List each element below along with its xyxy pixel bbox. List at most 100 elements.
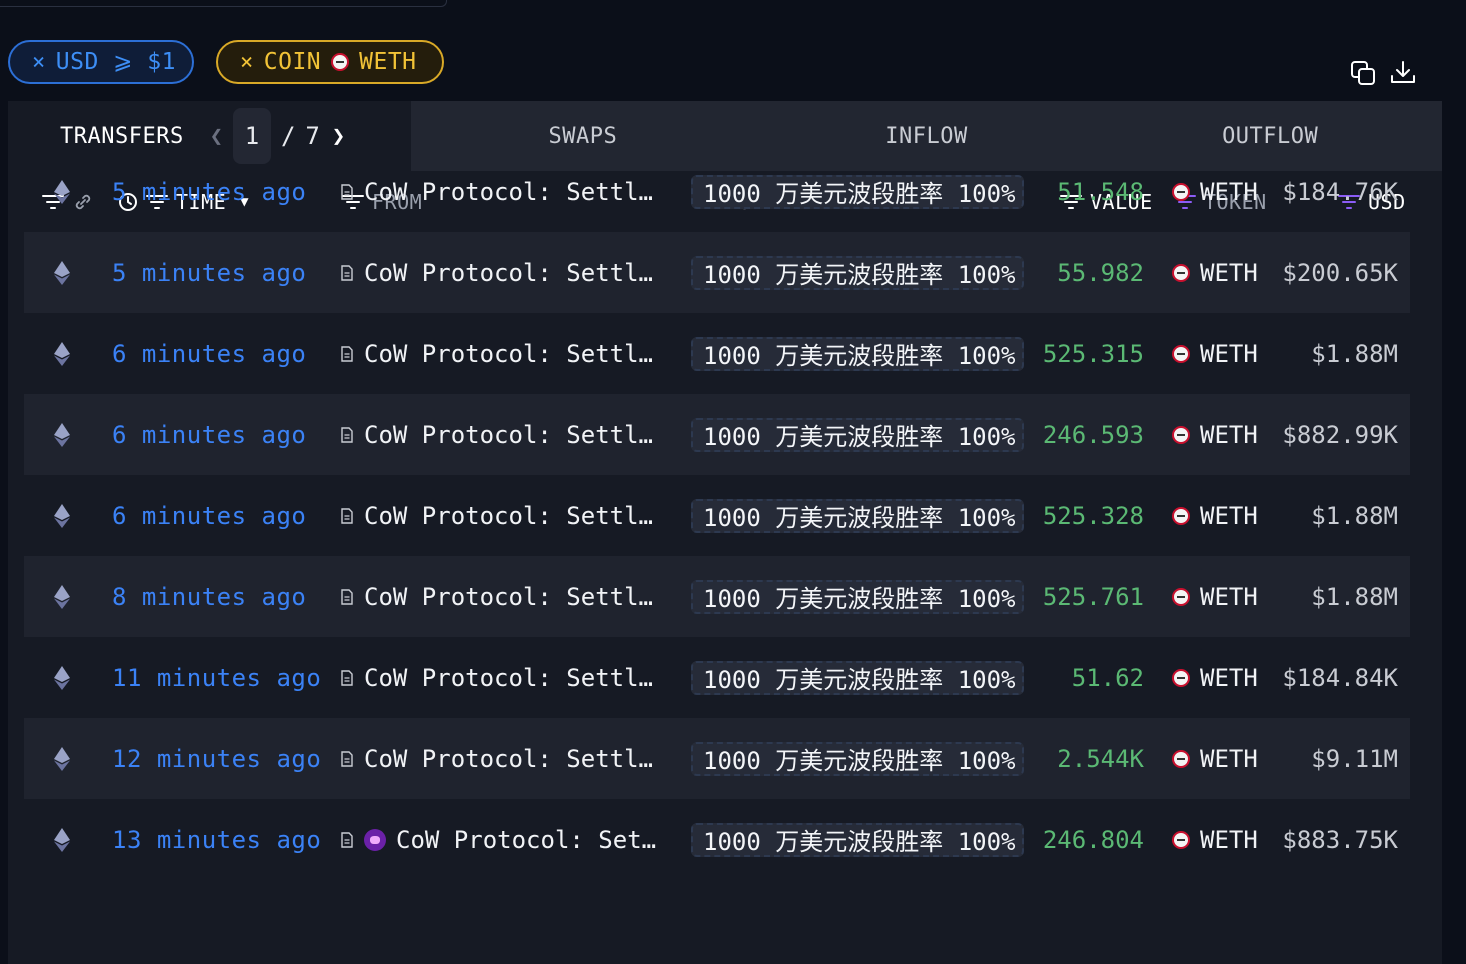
row-to-label: 1000 万美元波段胜率 100%: [691, 660, 1024, 695]
table-row[interactable]: 6 minutes ago CoW Protocol: Settl… 1000 万美…: [24, 394, 1410, 475]
contract-doc-icon: [340, 178, 354, 206]
row-to-entity[interactable]: 1000 万美元波段胜率 100%: [691, 475, 1024, 556]
row-token-label: WETH: [1200, 501, 1258, 530]
row-token[interactable]: WETH: [1172, 394, 1258, 475]
row-from-entity[interactable]: CoW Protocol: Settl…: [340, 475, 653, 556]
row-to-label: 1000 万美元波段胜率 100%: [691, 174, 1024, 209]
row-from-label: CoW Protocol: Settl…: [364, 420, 653, 449]
row-from-entity[interactable]: CoW Protocol: Settl…: [340, 718, 653, 799]
row-token-label: WETH: [1200, 258, 1258, 287]
table-row[interactable]: 5 minutes ago CoW Protocol: Settl… 1000 万美…: [24, 151, 1410, 232]
row-usd: $1.88M: [1311, 339, 1398, 368]
ethereum-icon: [52, 556, 72, 637]
row-usd: $882.99K: [1282, 420, 1398, 449]
filter-chip-usd[interactable]: × USD ⩾ $1: [8, 40, 194, 84]
row-to-entity[interactable]: 1000 万美元波段胜率 100%: [691, 556, 1024, 637]
table-row[interactable]: 13 minutes ago CoW Protocol: Set… 1000 万美元…: [24, 799, 1410, 880]
row-value: 525.328: [1042, 501, 1144, 530]
copy-icon[interactable]: [1348, 58, 1378, 88]
row-time-link[interactable]: 11 minutes ago: [112, 637, 321, 718]
row-to-label: 1000 万美元波段胜率 100%: [691, 417, 1024, 452]
cow-avatar-icon: [364, 828, 386, 851]
row-value: 246.593: [1042, 420, 1144, 449]
ethereum-icon: [52, 313, 72, 394]
row-from-entity[interactable]: CoW Protocol: Settl…: [340, 313, 653, 394]
contract-doc-icon: [340, 421, 354, 449]
ethereum-icon: [52, 637, 72, 718]
table-row[interactable]: 8 minutes ago CoW Protocol: Settl… 1000 万美…: [24, 556, 1410, 637]
filter-chip-prefix: COIN: [263, 49, 322, 75]
row-value: 51.548: [1057, 177, 1144, 206]
ethereum-icon: [52, 151, 72, 232]
table-row[interactable]: 5 minutes ago CoW Protocol: Settl… 1000 万美…: [24, 232, 1410, 313]
row-to-entity[interactable]: 1000 万美元波段胜率 100%: [691, 718, 1024, 799]
contract-doc-icon: [340, 745, 354, 773]
row-time-link[interactable]: 13 minutes ago: [112, 799, 321, 880]
filter-chip-coin[interactable]: × COIN WETH: [216, 40, 444, 84]
row-to-label: 1000 万美元波段胜率 100%: [691, 822, 1024, 857]
weth-icon: [1172, 263, 1190, 282]
row-time-link[interactable]: 6 minutes ago: [112, 313, 306, 394]
row-from-entity[interactable]: CoW Protocol: Settl…: [340, 556, 653, 637]
row-time-link[interactable]: 8 minutes ago: [112, 556, 306, 637]
row-token[interactable]: WETH: [1172, 556, 1258, 637]
row-from-label: CoW Protocol: Set…: [396, 825, 657, 854]
remove-filter-icon[interactable]: ×: [32, 50, 46, 75]
row-usd: $1.88M: [1311, 582, 1398, 611]
row-usd: $184.76K: [1282, 177, 1398, 206]
table-row[interactable]: 12 minutes ago CoW Protocol: Settl… 1000 万…: [24, 718, 1410, 799]
row-to-entity[interactable]: 1000 万美元波段胜率 100%: [691, 151, 1024, 232]
row-value: 525.761: [1042, 582, 1144, 611]
row-token[interactable]: WETH: [1172, 151, 1258, 232]
remove-filter-icon[interactable]: ×: [240, 50, 254, 75]
weth-icon: [331, 53, 350, 71]
row-to-entity[interactable]: 1000 万美元波段胜率 100%: [691, 799, 1024, 880]
tab-transfers-label: TRANSFERS: [60, 123, 184, 149]
row-token-label: WETH: [1200, 744, 1258, 773]
row-from-label: CoW Protocol: Settl…: [364, 582, 653, 611]
weth-icon: [1172, 182, 1190, 201]
row-from-entity[interactable]: CoW Protocol: Settl…: [340, 151, 653, 232]
row-from-entity[interactable]: CoW Protocol: Settl…: [340, 394, 653, 475]
row-value: 51.62: [1071, 663, 1144, 692]
ethereum-icon: [52, 718, 72, 799]
weth-icon: [1172, 425, 1190, 444]
row-token[interactable]: WETH: [1172, 718, 1258, 799]
row-to-entity[interactable]: 1000 万美元波段胜率 100%: [691, 394, 1024, 475]
table-row[interactable]: 6 minutes ago CoW Protocol: Settl… 1000 万美…: [24, 313, 1410, 394]
row-value: 246.804: [1042, 825, 1144, 854]
row-to-entity[interactable]: 1000 万美元波段胜率 100%: [691, 313, 1024, 394]
row-token[interactable]: WETH: [1172, 799, 1258, 880]
row-value: 525.315: [1042, 339, 1144, 368]
row-to-label: 1000 万美元波段胜率 100%: [691, 336, 1024, 371]
ethereum-icon: [52, 799, 72, 880]
row-time-link[interactable]: 12 minutes ago: [112, 718, 321, 799]
row-token-label: WETH: [1200, 582, 1258, 611]
row-from-entity[interactable]: CoW Protocol: Settl…: [340, 232, 653, 313]
row-from-entity[interactable]: CoW Protocol: Set…: [340, 799, 656, 880]
table-row[interactable]: 6 minutes ago CoW Protocol: Settl… 1000 万美…: [24, 475, 1410, 556]
row-time-link[interactable]: 6 minutes ago: [112, 475, 306, 556]
chevron-right-icon[interactable]: ❯: [332, 124, 345, 149]
download-icon[interactable]: [1388, 58, 1418, 88]
table-row[interactable]: 11 minutes ago CoW Protocol: Settl… 1000 万…: [24, 637, 1410, 718]
row-to-entity[interactable]: 1000 万美元波段胜率 100%: [691, 637, 1024, 718]
row-token[interactable]: WETH: [1172, 313, 1258, 394]
row-time-link[interactable]: 5 minutes ago: [112, 232, 306, 313]
row-to-label: 1000 万美元波段胜率 100%: [691, 255, 1024, 290]
row-token-label: WETH: [1200, 825, 1258, 854]
row-token[interactable]: WETH: [1172, 475, 1258, 556]
row-from-entity[interactable]: CoW Protocol: Settl…: [340, 637, 653, 718]
row-from-label: CoW Protocol: Settl…: [364, 258, 653, 287]
row-from-label: CoW Protocol: Settl…: [364, 663, 653, 692]
row-to-entity[interactable]: 1000 万美元波段胜率 100%: [691, 232, 1024, 313]
top-search-strip: [0, 0, 447, 7]
row-time-link[interactable]: 5 minutes ago: [112, 151, 306, 232]
row-token[interactable]: WETH: [1172, 637, 1258, 718]
chevron-left-icon[interactable]: ❮: [210, 124, 223, 149]
row-time-link[interactable]: 6 minutes ago: [112, 394, 306, 475]
row-from-label: CoW Protocol: Settl…: [364, 501, 653, 530]
row-token[interactable]: WETH: [1172, 232, 1258, 313]
row-token-label: WETH: [1200, 663, 1258, 692]
row-token-label: WETH: [1200, 177, 1258, 206]
